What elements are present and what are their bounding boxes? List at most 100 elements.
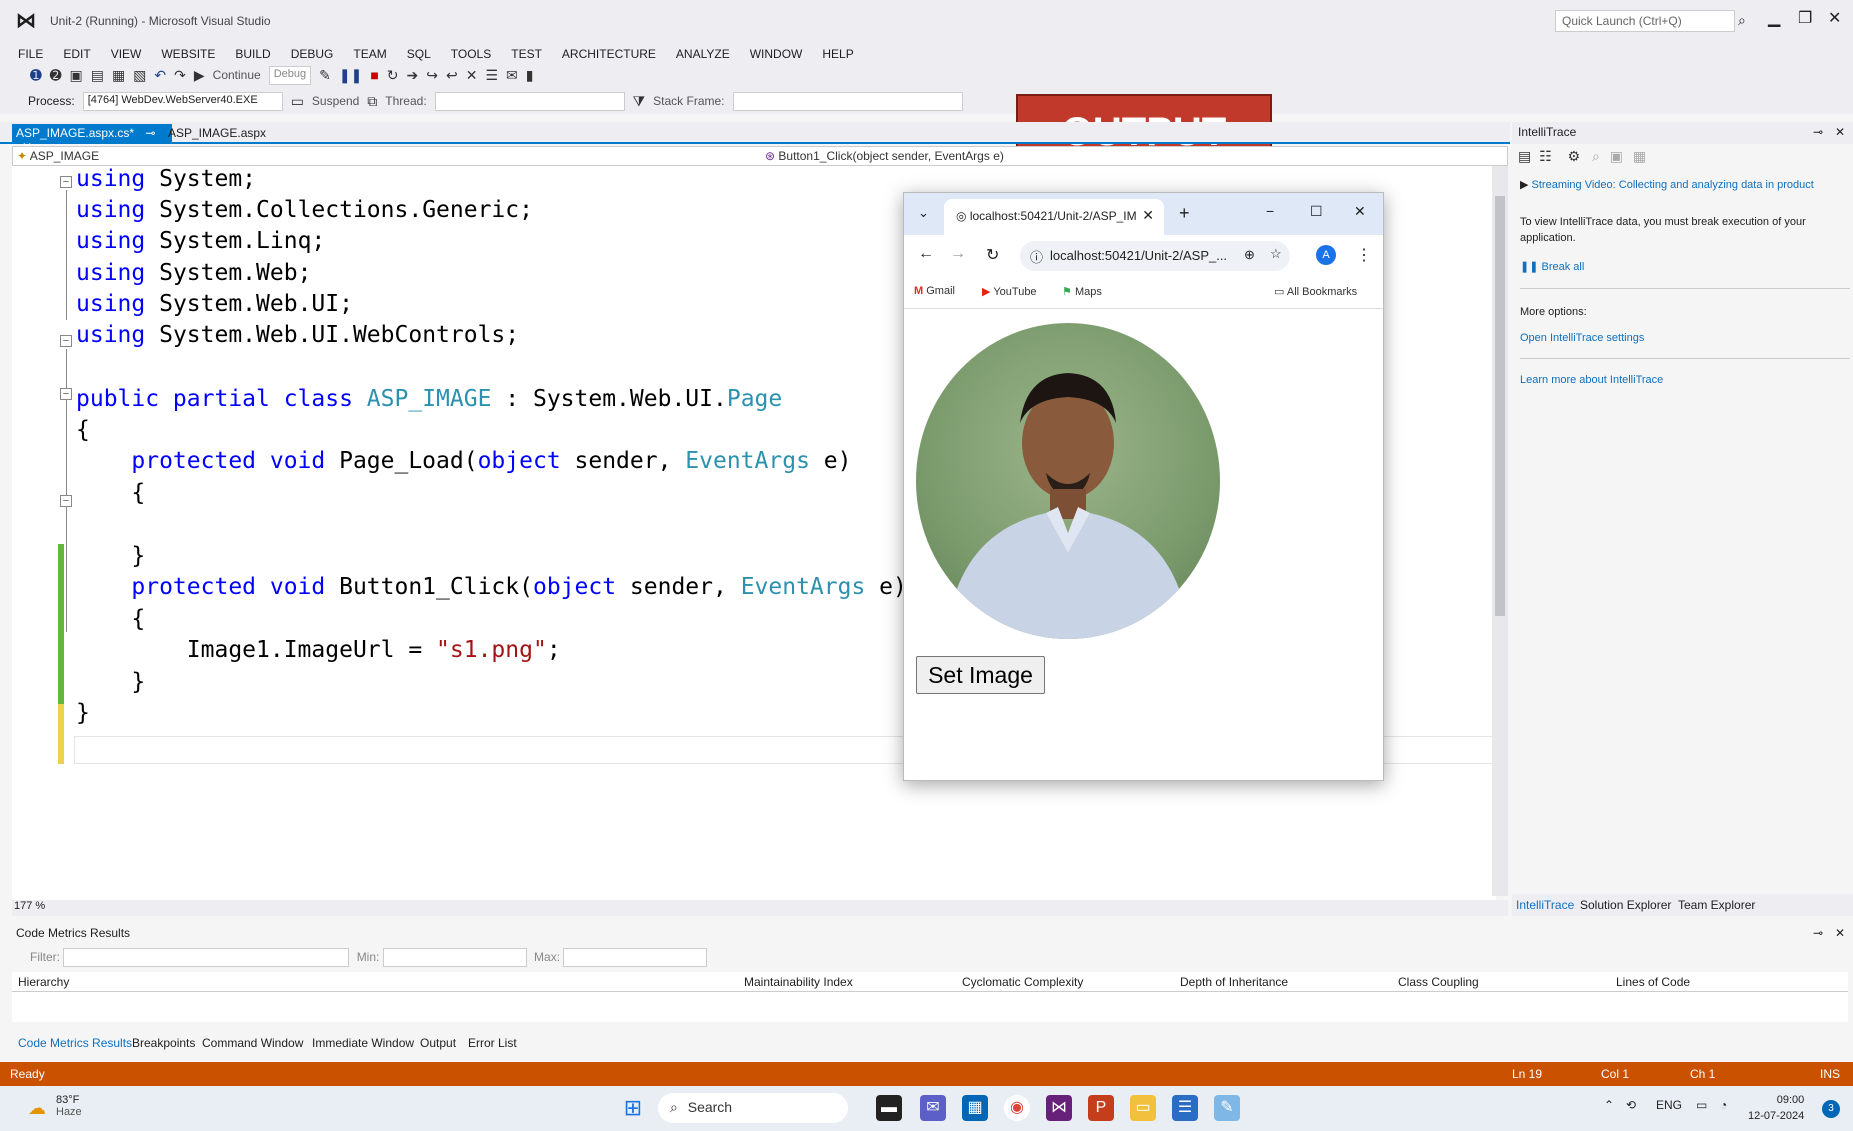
panel-close-icon[interactable]: ✕	[1835, 125, 1845, 139]
collapse-usings-icon[interactable]: −	[60, 176, 72, 188]
column-depth-of-inheritance[interactable]: Depth of Inheritance	[1180, 975, 1288, 989]
reload-icon[interactable]: ↻	[986, 245, 999, 265]
break-all-link[interactable]: ❚❚ Break all	[1520, 260, 1584, 273]
step-over-icon[interactable]: ↪	[426, 67, 438, 84]
bookmark-icon[interactable]: ▮	[526, 67, 534, 84]
bookmark-maps[interactable]: ⚑ Maps	[1062, 285, 1102, 298]
powerpoint-icon[interactable]: P	[1088, 1095, 1114, 1121]
open-settings-link[interactable]: Open IntelliTrace settings	[1520, 332, 1644, 344]
menu-window[interactable]: WINDOW	[750, 47, 803, 61]
tab-breakpoints[interactable]: Breakpoints	[132, 1036, 195, 1050]
open-icon[interactable]: ▤	[91, 67, 104, 84]
collapse-class-icon[interactable]: −	[60, 335, 72, 347]
menu-analyze[interactable]: ANALYZE	[676, 47, 730, 61]
continue-button[interactable]: Continue	[213, 68, 261, 82]
bookmark-youtube[interactable]: ▶ YouTube	[982, 285, 1037, 298]
visual-studio-icon[interactable]: ⋈	[1046, 1095, 1072, 1121]
browser-tab[interactable]: ◎ localhost:50421/Unit-2/ASP_IM ✕	[944, 199, 1164, 235]
set-image-button[interactable]: Set Image	[916, 656, 1045, 694]
tab-command-window[interactable]: Command Window	[202, 1036, 303, 1050]
network-icon[interactable]: ⟲	[1626, 1098, 1636, 1112]
tab-immediate-window[interactable]: Immediate Window	[312, 1036, 414, 1050]
max-select[interactable]	[563, 948, 708, 967]
tab-code-metrics-results[interactable]: Code Metrics Results	[18, 1036, 132, 1050]
back-icon[interactable]: ➊	[30, 67, 42, 84]
tab-solution-explorer[interactable]: Solution Explorer	[1580, 898, 1671, 912]
menu-architecture[interactable]: ARCHITECTURE	[562, 47, 656, 61]
tab-error-list[interactable]: Error List	[468, 1036, 517, 1050]
chrome-icon[interactable]: ◉	[1004, 1095, 1030, 1121]
learn-more-link[interactable]: Learn more about IntelliTrace	[1520, 374, 1663, 386]
quick-launch-input[interactable]: Quick Launch (Ctrl+Q)	[1555, 10, 1735, 32]
panel-close-icon[interactable]: ✕	[1835, 926, 1845, 940]
streaming-video-link[interactable]: ▶ Streaming Video: Collecting and analyz…	[1520, 178, 1814, 191]
comment-icon[interactable]: ✉	[506, 67, 518, 84]
zoom-icon[interactable]: ⊕	[1244, 247, 1255, 263]
class-dropdown[interactable]: ✦ ASP_IMAGE	[17, 149, 99, 163]
restore-button[interactable]: ❐	[1798, 8, 1812, 28]
stack-frame-select[interactable]	[732, 91, 963, 111]
step-out-icon[interactable]: ↩	[446, 67, 458, 84]
restart-icon[interactable]: ↻	[387, 67, 399, 84]
suspend-button[interactable]: Suspend	[312, 94, 359, 108]
taskbar-search[interactable]: ⌕ Search	[658, 1093, 848, 1123]
all-bookmarks[interactable]: ▭ All Bookmarks	[1274, 285, 1357, 298]
column-cyclomatic-complexity[interactable]: Cyclomatic Complexity	[962, 975, 1083, 989]
thread-icon[interactable]: ⧉	[367, 93, 377, 110]
star-icon[interactable]: ☆	[1270, 246, 1282, 262]
pin-icon[interactable]: ⊸	[1813, 926, 1823, 940]
filter-icon[interactable]: ⧩	[633, 93, 646, 110]
suspend-icon[interactable]: ▭	[291, 93, 304, 110]
save-all-icon[interactable]: ▧	[133, 67, 146, 84]
bookmark-gmail[interactable]: M Gmail	[914, 285, 955, 297]
menu-edit[interactable]: EDIT	[63, 47, 90, 61]
forward-icon[interactable]: ➋	[50, 67, 62, 84]
save-icon[interactable]: ▦	[1633, 148, 1646, 164]
new-tab-icon[interactable]: +	[1179, 203, 1190, 224]
browser-minimize-icon[interactable]: −	[1266, 203, 1274, 219]
tab-asp-image-aspx[interactable]: ASP_IMAGE.aspx	[164, 124, 270, 144]
stop-icon[interactable]: ■	[370, 67, 378, 83]
pin-icon[interactable]: ⊸	[145, 126, 155, 140]
member-dropdown[interactable]: ⊛ Button1_Click(object sender, EventArgs…	[765, 149, 1004, 163]
browser-maximize-icon[interactable]: ☐	[1310, 203, 1323, 220]
teams-chat-icon[interactable]: ✉	[920, 1095, 946, 1121]
hex-icon[interactable]: ✕	[466, 67, 478, 84]
menu-website[interactable]: WEBSITE	[161, 47, 215, 61]
zoom-level[interactable]: 177 %	[12, 900, 1508, 916]
min-select[interactable]	[382, 948, 527, 967]
notification-badge[interactable]: 3	[1822, 1100, 1840, 1118]
menu-sql[interactable]: SQL	[407, 47, 431, 61]
close-tab-icon[interactable]: ✕	[1142, 207, 1154, 224]
pin-icon[interactable]: ⊸	[1813, 125, 1823, 139]
scrollbar-thumb[interactable]	[1495, 196, 1505, 616]
forward-arrow-icon[interactable]: →	[950, 245, 966, 263]
file-explorer-icon[interactable]: ▭	[1130, 1095, 1156, 1121]
column-hierarchy[interactable]: Hierarchy	[18, 975, 69, 989]
tab-intellitrace[interactable]: IntelliTrace	[1516, 898, 1574, 912]
events-view-icon[interactable]: ▤	[1518, 148, 1531, 164]
minimize-button[interactable]: ▁	[1768, 8, 1780, 28]
menu-build[interactable]: BUILD	[235, 47, 270, 61]
menu-team[interactable]: TEAM	[353, 47, 386, 61]
browser-close-icon[interactable]: ✕	[1354, 203, 1366, 220]
column-class-coupling[interactable]: Class Coupling	[1398, 975, 1479, 989]
clock[interactable]: 09:00 12-07-2024	[1748, 1092, 1804, 1124]
search-icon[interactable]: ⌕	[1592, 148, 1600, 164]
column-lines-of-code[interactable]: Lines of Code	[1616, 975, 1690, 989]
language-indicator[interactable]: ENG	[1656, 1098, 1682, 1112]
menu-dots-icon[interactable]: ⋮	[1356, 245, 1372, 265]
process-select[interactable]: [4764] WebDev.WebServer40.EXE	[82, 91, 283, 111]
search-icon[interactable]: ⌕	[1738, 12, 1746, 29]
menu-tools[interactable]: TOOLS	[451, 47, 491, 61]
tab-team-explorer[interactable]: Team Explorer	[1678, 898, 1755, 912]
speaker-icon[interactable]: ◔	[1720, 1098, 1727, 1112]
site-info-icon[interactable]: ⓘ	[1030, 247, 1043, 266]
collapse-page-load-icon[interactable]: −	[60, 388, 72, 400]
continue-icon[interactable]: ▶	[194, 67, 205, 84]
menu-help[interactable]: HELP	[822, 47, 853, 61]
menu-view[interactable]: VIEW	[111, 47, 142, 61]
save-icon[interactable]: ▦	[112, 67, 125, 84]
undo-icon[interactable]: ↶	[154, 67, 166, 84]
open-icon[interactable]: ▣	[1610, 148, 1623, 164]
